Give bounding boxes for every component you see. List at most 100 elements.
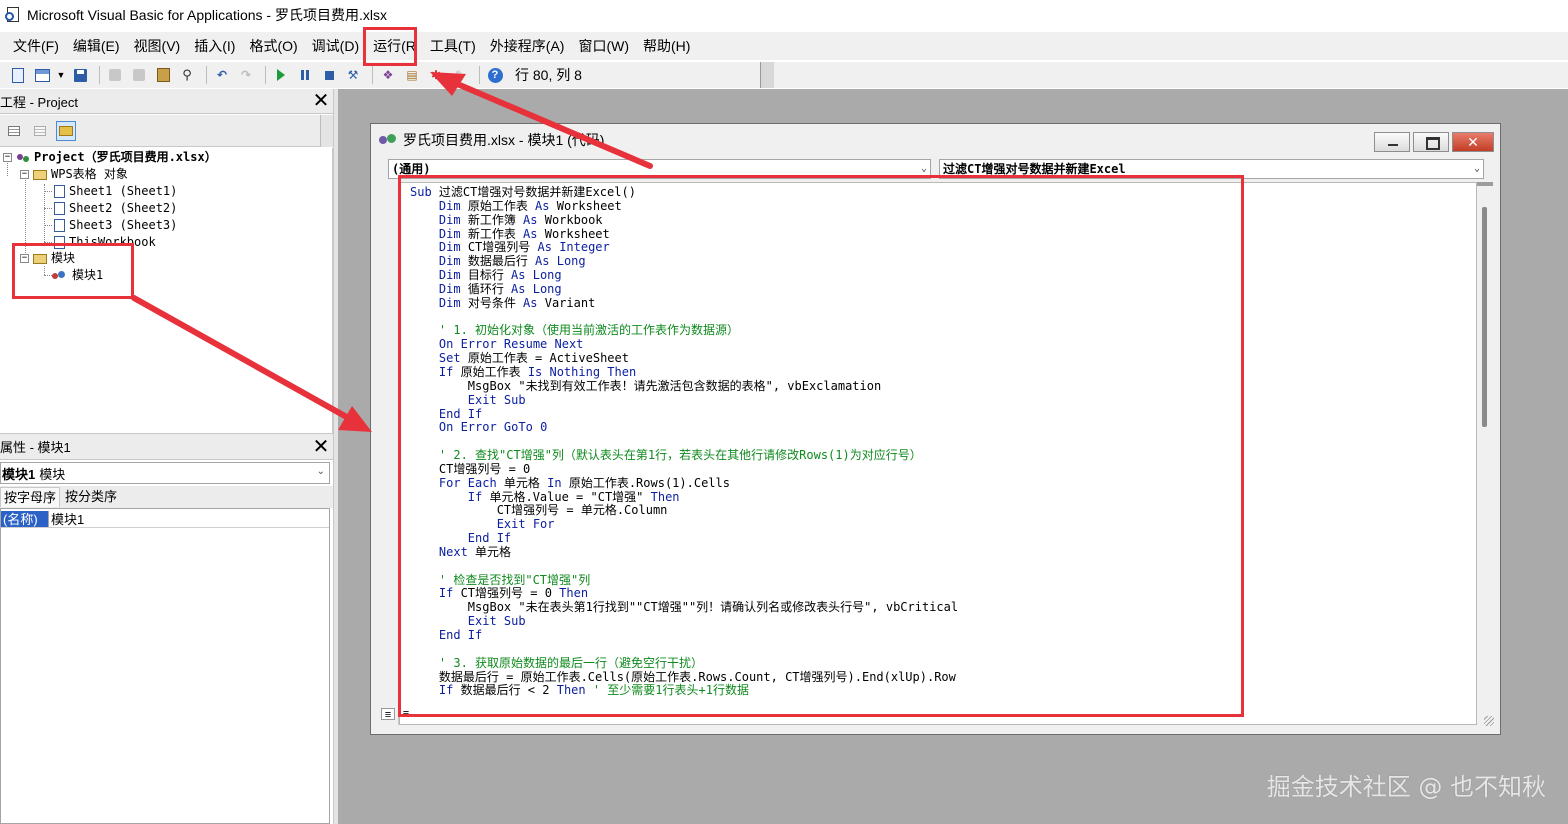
code-window-titlebar: 罗氏项目费用.xlsx - 模块1 (代码) ✕ xyxy=(371,124,1500,156)
run-button[interactable] xyxy=(271,65,291,85)
redo-button[interactable]: ↷ xyxy=(236,65,256,85)
tree-label-sheet3: Sheet3 (Sheet3) xyxy=(69,218,178,232)
folder-icon xyxy=(59,125,73,136)
paste-button[interactable] xyxy=(153,65,173,85)
help-icon: ? xyxy=(487,67,503,83)
tab-alphabetic[interactable]: 按字母序 xyxy=(0,487,61,507)
minimize-button[interactable] xyxy=(1374,132,1410,152)
toolbar-empty-area xyxy=(775,62,1568,88)
menu-help[interactable]: 帮助(H) xyxy=(636,32,697,60)
properties-object-name: 模块1 xyxy=(2,466,36,482)
procedure-combo-value: 过滤CT增强对号数据并新建Excel xyxy=(943,162,1126,176)
toolbar-separator xyxy=(265,66,266,84)
help-button[interactable]: ? xyxy=(485,65,505,85)
tree-node-sheet2[interactable]: Sheet2 (Sheet2) xyxy=(54,200,177,217)
menu-view[interactable]: 视图(V) xyxy=(127,32,188,60)
save-button[interactable] xyxy=(70,65,90,85)
tab-categorized[interactable]: 按分类序 xyxy=(62,487,120,507)
tree-connector xyxy=(44,225,52,226)
insert-dropdown-button[interactable]: ▼ xyxy=(56,65,66,85)
code-vertical-scrollbar[interactable] xyxy=(1477,182,1493,725)
close-code-window-button[interactable]: ✕ xyxy=(1452,132,1494,152)
close-project-pane-button[interactable]: ✕ xyxy=(311,91,331,111)
toolbar-overflow-handle[interactable] xyxy=(760,62,774,88)
toggle-folders-button[interactable] xyxy=(56,120,76,141)
properties-object-type: 模块 xyxy=(39,466,66,482)
break-button[interactable] xyxy=(295,65,315,85)
object-combo-value: (通用) xyxy=(392,162,431,176)
window-titlebar: Microsoft Visual Basic for Applications … xyxy=(0,0,1568,30)
worksheet-icon xyxy=(54,219,65,232)
split-bar-handle[interactable] xyxy=(1477,182,1493,186)
userform-icon xyxy=(34,68,50,82)
toolbox-button[interactable]: ✎ xyxy=(450,65,470,85)
resize-grip-icon[interactable] xyxy=(1484,716,1494,726)
tree-node-objects[interactable]: − WPS表格 对象 xyxy=(20,166,128,183)
design-mode-button[interactable]: ⚒ xyxy=(343,65,363,85)
property-value[interactable]: 模块1 xyxy=(48,511,329,527)
collapse-icon[interactable]: − xyxy=(3,153,12,162)
properties-title: 属性 - 模块1 xyxy=(0,440,71,455)
worksheet-icon xyxy=(54,202,65,215)
code-margin-indicator-bar[interactable] xyxy=(377,182,399,725)
view-object-button[interactable] xyxy=(30,121,50,141)
save-icon xyxy=(73,68,87,82)
tree-connector xyxy=(44,184,45,242)
maximize-button[interactable] xyxy=(1413,132,1449,152)
cut-icon xyxy=(109,69,121,81)
annotation-box-module1 xyxy=(12,243,134,299)
close-properties-pane-button[interactable]: ✕ xyxy=(311,437,331,457)
reset-button[interactable] xyxy=(319,65,339,85)
tree-label-objects: WPS表格 对象 xyxy=(51,167,128,181)
find-button[interactable]: ⚲ xyxy=(177,65,197,85)
cut-button[interactable] xyxy=(105,65,125,85)
scrollbar-thumb[interactable] xyxy=(1482,207,1487,427)
menu-tools[interactable]: 工具(T) xyxy=(423,32,483,60)
vba-project-icon xyxy=(16,152,30,164)
undo-button[interactable]: ↶ xyxy=(212,65,232,85)
menu-file[interactable]: 文件(F) xyxy=(6,32,66,60)
properties-object-select[interactable]: 模块1 模块 ⌄ xyxy=(0,462,330,484)
tree-node-sheet3[interactable]: Sheet3 (Sheet3) xyxy=(54,217,177,234)
tree-label-project: Project（罗氏项目费用.xlsx） xyxy=(34,150,217,164)
project-toolbar-scrollbar[interactable] xyxy=(320,115,334,147)
property-key: (名称) xyxy=(1,511,48,527)
tree-connector xyxy=(44,191,52,192)
tree-node-project[interactable]: − Project（罗氏项目费用.xlsx） xyxy=(3,149,217,166)
procedure-view-button[interactable]: ≡ xyxy=(381,708,395,721)
tree-label-sheet2: Sheet2 (Sheet2) xyxy=(69,201,178,215)
menu-edit[interactable]: 编辑(E) xyxy=(66,32,127,60)
stop-icon xyxy=(324,70,334,80)
project-explorer-header: 工程 - Project ✕ xyxy=(0,89,335,114)
project-explorer-title: 工程 - Project xyxy=(0,94,79,110)
project-explorer-toolbar xyxy=(0,115,335,147)
properties-header: 属性 - 模块1 ✕ xyxy=(0,433,335,460)
menu-window[interactable]: 窗口(W) xyxy=(571,32,636,60)
object-browser-button[interactable]: ✱ xyxy=(426,65,446,85)
property-row-name[interactable]: (名称) 模块1 xyxy=(1,511,329,528)
module-icon xyxy=(379,132,399,148)
chevron-down-icon: ⌄ xyxy=(1473,163,1480,174)
menu-debug[interactable]: 调试(D) xyxy=(305,32,366,60)
tree-node-sheet1[interactable]: Sheet1 (Sheet1) xyxy=(54,183,177,200)
properties-tabs: 按字母序 按分类序 xyxy=(0,486,335,508)
annotation-box-run-menu xyxy=(363,27,417,66)
project-explorer-button[interactable]: ❖ xyxy=(378,65,398,85)
vba-app-icon xyxy=(5,6,23,24)
menu-insert[interactable]: 插入(I) xyxy=(187,32,242,60)
insert-userform-button[interactable] xyxy=(32,65,52,85)
properties-window-button[interactable]: ▤ xyxy=(402,65,422,85)
view-code-icon xyxy=(8,125,20,136)
menu-format[interactable]: 格式(O) xyxy=(242,32,304,60)
collapse-icon[interactable]: − xyxy=(20,170,29,179)
copy-button[interactable] xyxy=(129,65,149,85)
tree-label-sheet1: Sheet1 (Sheet1) xyxy=(69,184,178,198)
menu-addins[interactable]: 外接程序(A) xyxy=(483,32,572,60)
chevron-down-icon: ⌄ xyxy=(316,466,325,477)
annotation-box-code xyxy=(398,175,1244,717)
view-code-button[interactable] xyxy=(4,121,24,141)
properties-grid: (名称) 模块1 xyxy=(0,508,330,824)
view-excel-button[interactable] xyxy=(8,65,28,85)
folder-icon xyxy=(33,169,47,180)
toolbar-separator xyxy=(479,66,480,84)
